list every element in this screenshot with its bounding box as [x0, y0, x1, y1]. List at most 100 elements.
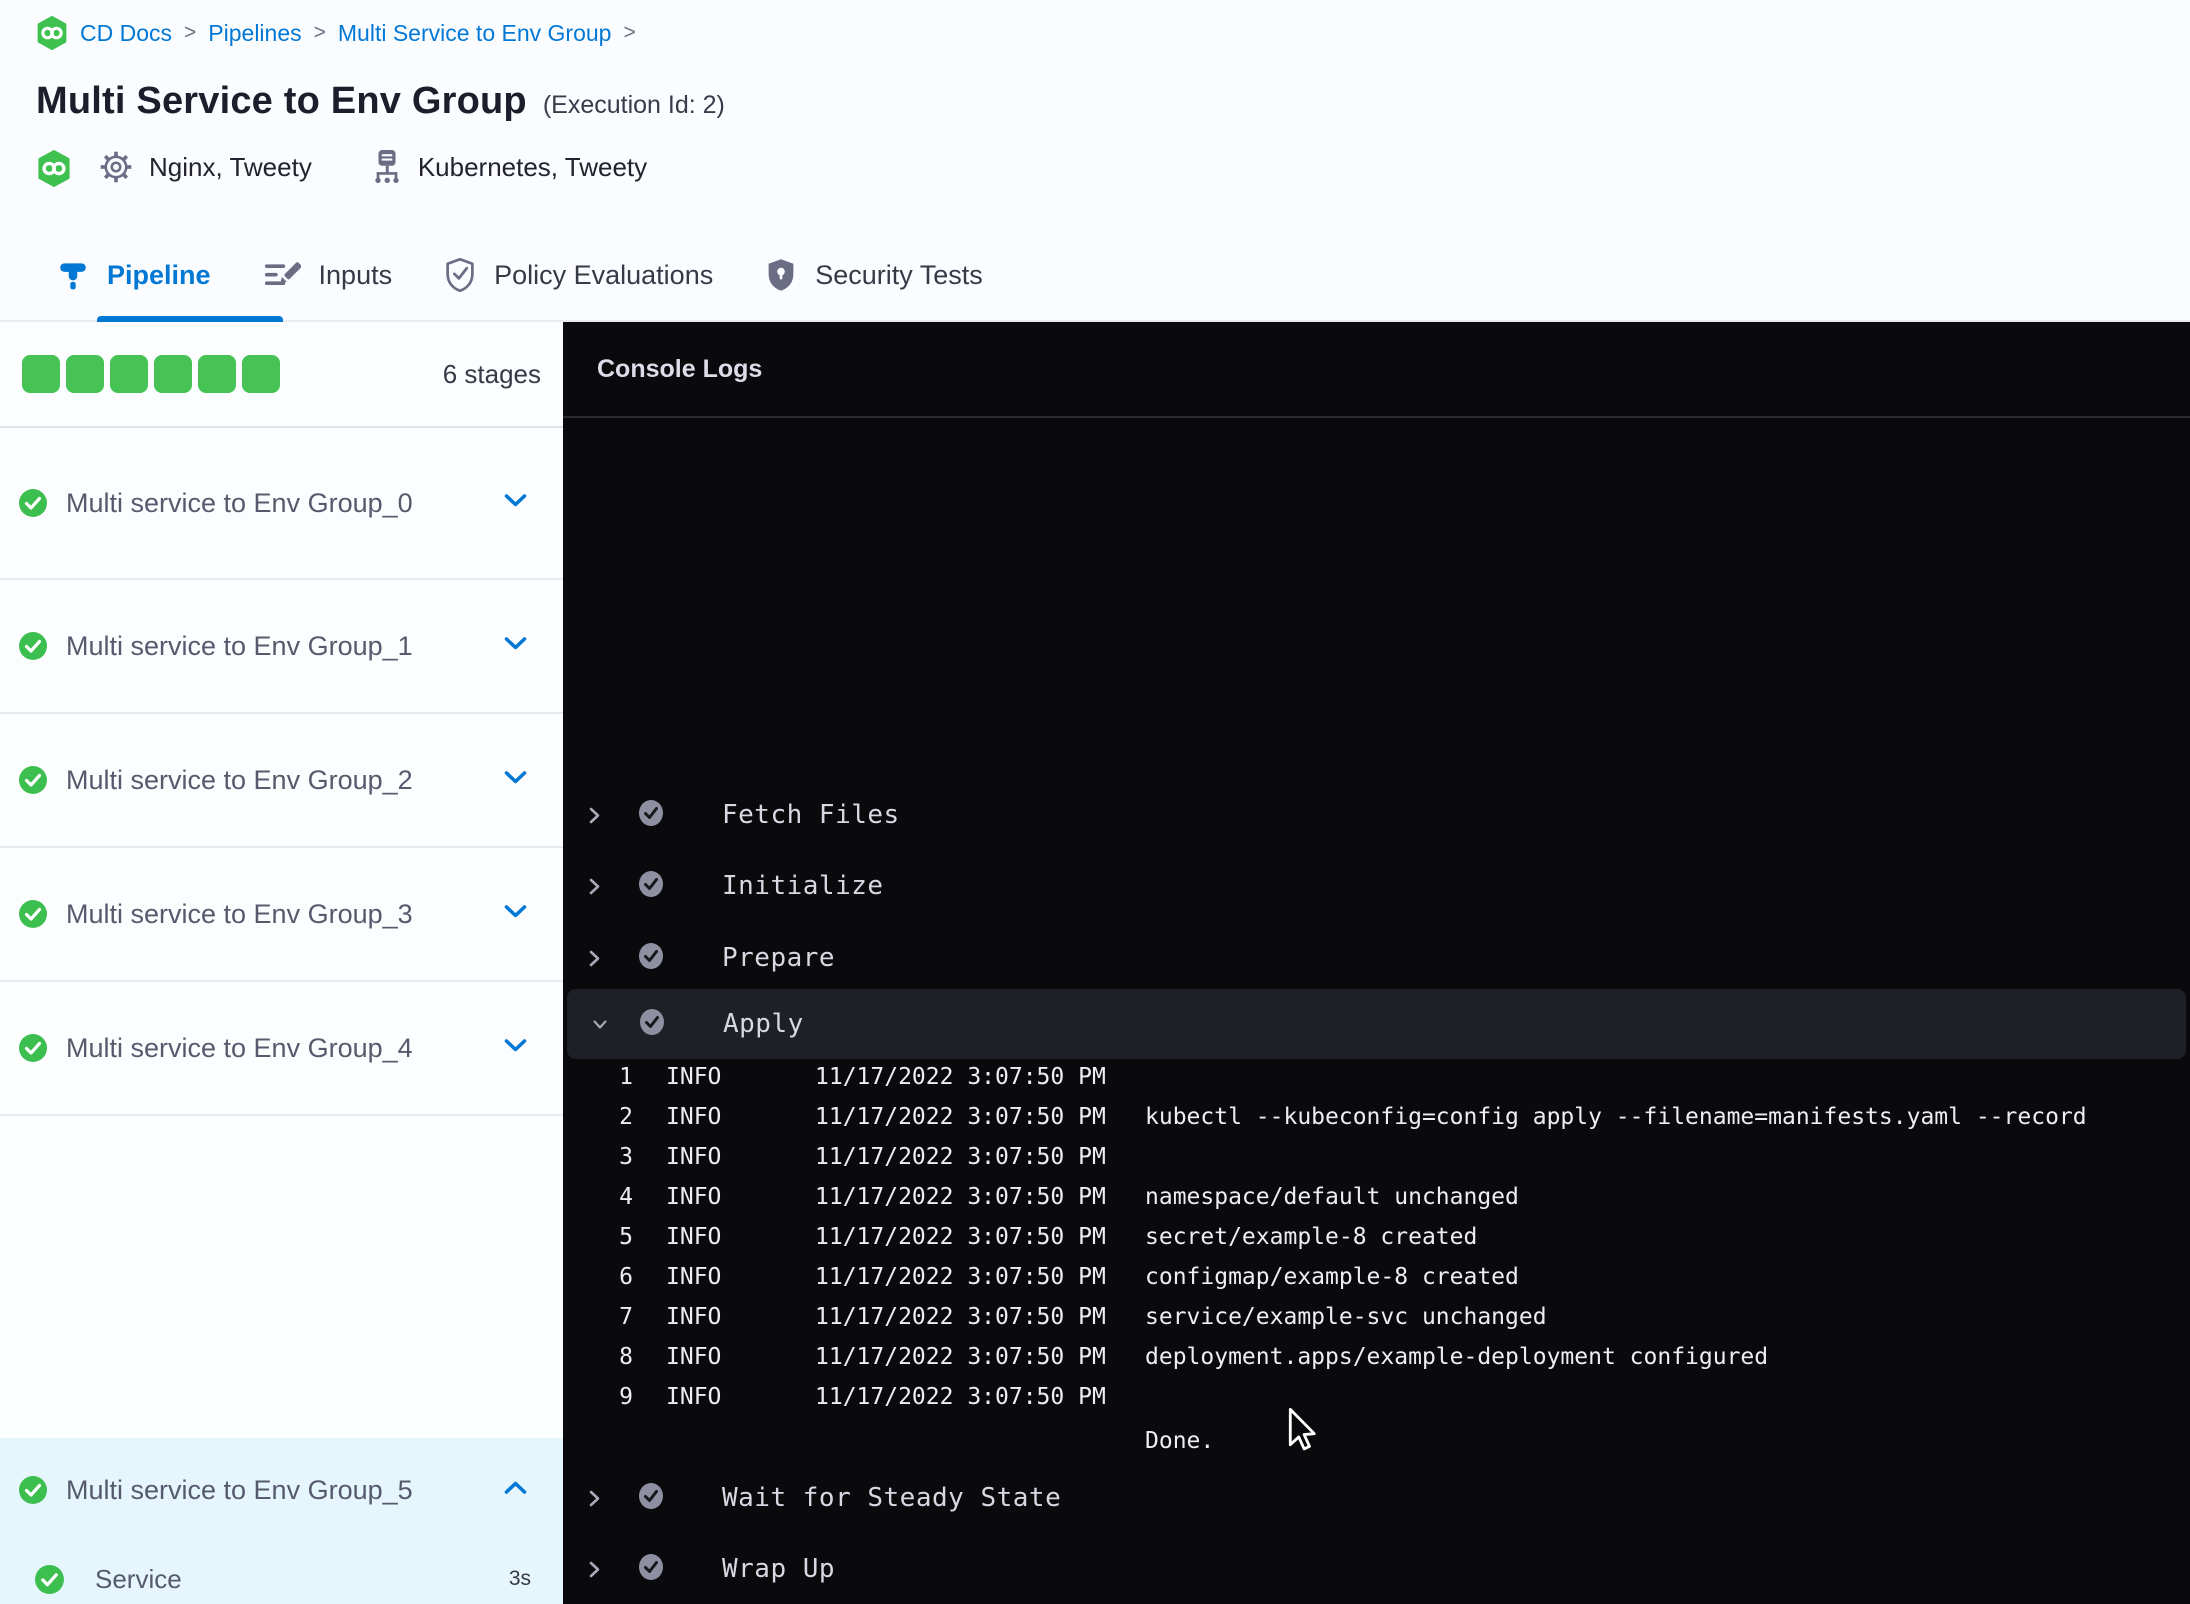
- chevron-down-icon[interactable]: [504, 1038, 527, 1058]
- log-message: kubectl --kubeconfig=config apply --file…: [1145, 1104, 2087, 1130]
- stage-row-0[interactable]: Multi service to Env Group_0: [0, 428, 563, 580]
- tab-pipeline[interactable]: Pipeline: [57, 230, 283, 322]
- console-step-fetch-files[interactable]: Fetch Files: [563, 787, 2190, 843]
- chevron-down-icon[interactable]: [504, 904, 527, 924]
- tab-security-tests[interactable]: Security Tests: [765, 230, 983, 320]
- stage-label: Multi service to Env Group_0: [66, 487, 413, 518]
- log-line: 7 INFO 11/17/2022 3:07:50 PM service/exampl…: [563, 1297, 2190, 1337]
- stage-success-square: [110, 355, 148, 393]
- success-check-icon: [19, 489, 47, 517]
- log-level: INFO: [666, 1224, 722, 1250]
- tab-inputs[interactable]: Inputs: [263, 230, 392, 320]
- console-step-label: Initialize: [722, 871, 884, 901]
- inputs-tab-icon: [263, 259, 301, 291]
- harness-cd-logo-icon: [36, 15, 68, 50]
- console-step-label: Wait for Steady State: [722, 1483, 1062, 1513]
- stage-row-4[interactable]: Multi service to Env Group_4: [0, 982, 563, 1116]
- success-check-icon: [19, 1034, 47, 1062]
- log-timestamp: 11/17/2022 3:07:50 PM: [815, 1104, 1106, 1130]
- expanded-stage-group: Multi service to Env Group_5 Service 3s …: [0, 1438, 563, 1604]
- log-line-number: 9: [619, 1384, 633, 1410]
- log-timestamp: 11/17/2022 3:07:50 PM: [815, 1344, 1106, 1370]
- chevron-down-icon[interactable]: [504, 770, 527, 790]
- log-timestamp: 11/17/2022 3:07:50 PM: [815, 1184, 1106, 1210]
- tab-pipeline-label: Pipeline: [107, 259, 211, 290]
- log-timestamp: 11/17/2022 3:07:50 PM: [815, 1144, 1106, 1170]
- execution-meta-row: Nginx, Tweety Kubernetes, Tweety: [37, 150, 648, 187]
- execution-tabbar: Pipeline Inputs Policy Evaluations Secur…: [0, 230, 2190, 322]
- log-line: 4 INFO 11/17/2022 3:07:50 PM namespace/defa…: [563, 1177, 2190, 1217]
- breadcrumb-separator: >: [623, 21, 636, 44]
- log-level: INFO: [666, 1344, 722, 1370]
- log-line: 3 INFO 11/17/2022 3:07:50 PM: [563, 1137, 2190, 1177]
- chevron-up-icon[interactable]: [504, 1480, 527, 1500]
- stages-summary-row: 6 stages: [0, 322, 563, 428]
- success-check-icon: [638, 1482, 664, 1514]
- breadcrumb-link-cd-docs[interactable]: CD Docs: [80, 20, 172, 47]
- stage-row-1[interactable]: Multi service to Env Group_1: [0, 580, 563, 714]
- chevron-right-icon[interactable]: [588, 806, 604, 825]
- console-header: Console Logs: [563, 322, 2190, 418]
- stage-row-5[interactable]: Multi service to Env Group_5: [0, 1438, 563, 1542]
- pipeline-execution-page: CD Docs > Pipelines > Multi Service to E…: [0, 0, 2190, 1604]
- success-check-icon: [19, 1476, 47, 1504]
- log-level: INFO: [666, 1384, 722, 1410]
- stage-label: Multi service to Env Group_5: [66, 1474, 413, 1505]
- log-level: INFO: [666, 1104, 722, 1130]
- step-label: Service: [95, 1563, 182, 1594]
- mouse-cursor: [1286, 1408, 1320, 1461]
- log-done-text: Done.: [1145, 1428, 1215, 1454]
- log-line: 1 INFO 11/17/2022 3:07:50 PM: [563, 1057, 2190, 1097]
- stage-success-square: [66, 355, 104, 393]
- log-level: INFO: [666, 1264, 722, 1290]
- chevron-right-icon[interactable]: [588, 1489, 604, 1508]
- log-line-number: 1: [619, 1064, 633, 1090]
- success-check-icon: [19, 766, 47, 794]
- log-line: 5 INFO 11/17/2022 3:07:50 PM secret/example…: [563, 1217, 2190, 1257]
- success-check-icon: [19, 632, 47, 660]
- step-row-service[interactable]: Service 3s: [0, 1538, 563, 1604]
- harness-cd-stage-icon: [37, 150, 70, 187]
- chevron-right-icon[interactable]: [588, 949, 604, 968]
- stage-success-square: [154, 355, 192, 393]
- log-message: deployment.apps/example-deployment confi…: [1145, 1344, 1769, 1370]
- services-gear-icon: [99, 150, 133, 184]
- pipeline-tab-icon: [57, 258, 89, 292]
- log-line-number: 4: [619, 1184, 633, 1210]
- services-label: Nginx, Tweety: [149, 151, 312, 182]
- log-level: INFO: [666, 1304, 722, 1330]
- environments-label: Kubernetes, Tweety: [417, 151, 648, 182]
- policy-shield-check-icon: [444, 257, 476, 293]
- console-title: Console Logs: [597, 354, 763, 383]
- chevron-right-icon[interactable]: [588, 877, 604, 896]
- stage-row-2[interactable]: Multi service to Env Group_2: [0, 714, 563, 848]
- stage-label: Multi service to Env Group_1: [66, 630, 413, 661]
- console-step-label: Prepare: [722, 943, 836, 973]
- chevron-down-icon[interactable]: [504, 636, 527, 656]
- console-step-initialize[interactable]: Initialize: [563, 858, 2190, 914]
- tab-policy-evaluations[interactable]: Policy Evaluations: [444, 230, 713, 320]
- stages-sidebar: 6 stages Multi service to Env Group_0 Mu…: [0, 322, 563, 1604]
- console-step-prepare[interactable]: Prepare: [563, 930, 2190, 986]
- breadcrumb-link-pipelines[interactable]: Pipelines: [208, 20, 301, 47]
- console-log-output: 1 INFO 11/17/2022 3:07:50 PM 2 INFO 11/17/20…: [563, 1057, 2190, 1461]
- breadcrumb-separator: >: [184, 21, 197, 44]
- log-level: INFO: [666, 1064, 722, 1090]
- execution-id-label: (Execution Id: 2): [542, 91, 725, 119]
- stage-row-3[interactable]: Multi service to Env Group_3: [0, 848, 563, 982]
- success-check-icon: [639, 1008, 665, 1040]
- log-line-number: 8: [619, 1344, 633, 1370]
- console-step-wait-for-steady-state[interactable]: Wait for Steady State: [563, 1470, 2190, 1526]
- console-step-wrap-up[interactable]: Wrap Up: [563, 1541, 2190, 1597]
- success-check-icon: [35, 1564, 64, 1594]
- console-step-apply[interactable]: Apply: [567, 989, 2186, 1059]
- log-done-line: Done.: [563, 1421, 2190, 1461]
- chevron-down-icon[interactable]: [592, 1018, 608, 1031]
- success-check-icon: [638, 942, 664, 974]
- chevron-down-icon[interactable]: [504, 493, 527, 513]
- chevron-right-icon[interactable]: [588, 1560, 604, 1579]
- log-level: INFO: [666, 1144, 722, 1170]
- log-message: service/example-svc unchanged: [1145, 1304, 1547, 1330]
- breadcrumb-link-pipeline-name[interactable]: Multi Service to Env Group: [338, 20, 612, 47]
- environment-rack-icon: [372, 150, 402, 184]
